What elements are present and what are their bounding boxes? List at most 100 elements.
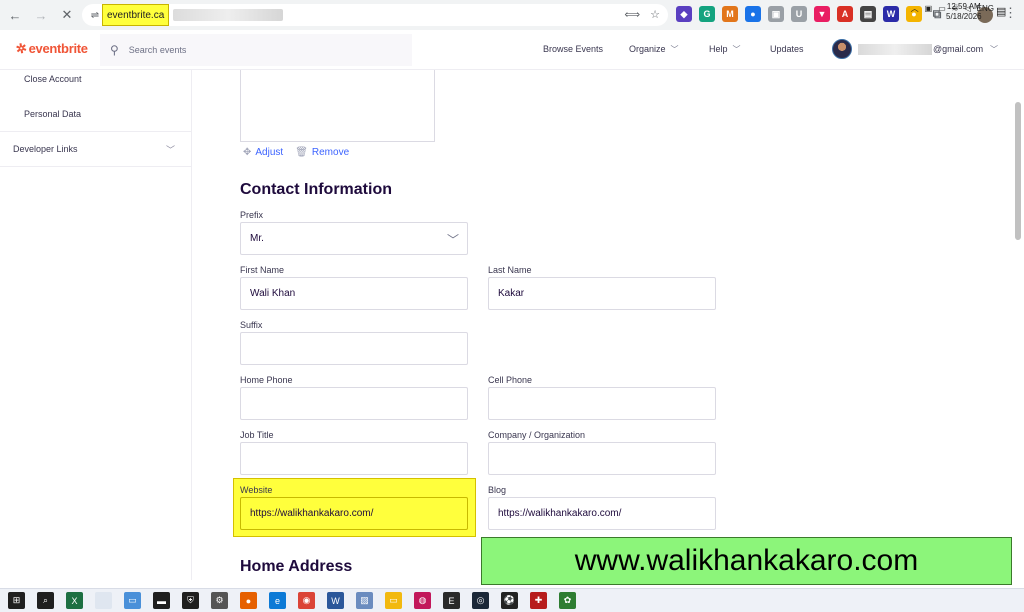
extension-8-icon[interactable]: A (837, 6, 853, 22)
address-bar[interactable]: ⇌ eventbrite.ca ⟺ ☆ (82, 4, 668, 26)
bookmark-star-icon[interactable]: ☆ (650, 8, 660, 21)
company-label: Company / Organization (488, 430, 586, 440)
suffix-label: Suffix (240, 320, 263, 330)
job-title-label: Job Title (240, 430, 274, 440)
blog-field[interactable]: https://walikhankakaro.com/ (488, 497, 716, 530)
nav-help-label: Help (709, 44, 728, 54)
stop-loading-icon[interactable]: ✕ (56, 4, 78, 26)
sidebar-item-personal-data[interactable]: Personal Data (24, 109, 81, 119)
suffix-field[interactable] (240, 332, 468, 365)
move-icon: ✥ (243, 147, 252, 158)
soccer-icon[interactable]: ⚽ (501, 592, 518, 609)
nav-browse-events[interactable]: Browse Events (543, 44, 603, 54)
security-icon[interactable]: ⛨ (182, 592, 199, 609)
word-icon[interactable]: W (327, 592, 344, 609)
extension-1-icon[interactable]: ◆ (676, 6, 692, 22)
chevron-up-icon[interactable]: ︿ (911, 3, 919, 14)
extension-6-icon[interactable]: U (791, 6, 807, 22)
company-field[interactable] (488, 442, 716, 475)
tray-app-icon[interactable]: ▣ (925, 4, 933, 13)
sidebar-divider (0, 166, 192, 167)
nav-updates[interactable]: Updates (770, 44, 804, 54)
nav-organize[interactable]: Organize ﹀ (629, 44, 679, 55)
profile-image-preview (240, 70, 435, 142)
clock-time: 12:59 AM (946, 2, 981, 11)
file-explorer-icon[interactable]: ▭ (385, 592, 402, 609)
battery-icon[interactable]: ▭ (938, 4, 946, 13)
eventbrite-logo[interactable]: ✲eventbrite (15, 40, 88, 57)
chevron-down-icon[interactable]: ﹀ (166, 143, 175, 156)
colorful-app-icon[interactable]: ◍ (414, 592, 431, 609)
back-icon[interactable]: ← (4, 4, 26, 26)
website-field[interactable]: https://walikhankakaro.com/ (240, 497, 468, 530)
page-scrollbar[interactable] (1015, 102, 1021, 240)
first-name-value: Wali Khan (250, 288, 296, 299)
nav-updates-label: Updates (770, 44, 804, 54)
sidebar-divider (0, 131, 192, 132)
edge-icon[interactable]: e (269, 592, 286, 609)
display-icon[interactable]: ▭ (124, 592, 141, 609)
forward-icon[interactable]: → (30, 4, 52, 26)
settings-sidebar: Close Account Personal Data Developer Li… (0, 70, 192, 580)
extension-4-icon[interactable]: ● (745, 6, 761, 22)
remove-image-button[interactable]: 🗑 Remove (295, 147, 349, 158)
extensions-bar: ◆ G M ● ▣ U ▼ A ▤ W ● ⧉ (676, 6, 945, 22)
user-avatar[interactable] (832, 39, 852, 59)
extension-10-icon[interactable]: W (883, 6, 899, 22)
search-icon: ⚲ (110, 43, 119, 57)
extension-5-icon[interactable]: ▣ (768, 6, 784, 22)
windows-start-icon[interactable]: ⊞ (8, 592, 25, 609)
extension-2-icon[interactable]: G (699, 6, 715, 22)
contact-information-heading: Contact Information (240, 181, 392, 198)
site-info-icon[interactable]: ⇌ (88, 8, 102, 22)
first-name-field[interactable]: Wali Khan (240, 277, 468, 310)
notepad-icon[interactable] (95, 592, 112, 609)
nav-help[interactable]: Help ﹀ (709, 44, 741, 55)
sidebar-item-developer-links[interactable]: Developer Links (13, 144, 78, 154)
url-text[interactable]: eventbrite.ca (102, 4, 170, 26)
search-icon[interactable]: ⌕ (37, 592, 54, 609)
job-title-field[interactable] (240, 442, 468, 475)
shield-game-icon[interactable]: ✚ (530, 592, 547, 609)
trash-icon: 🗑 (295, 147, 308, 158)
terminal-icon[interactable]: ▬ (153, 592, 170, 609)
user-email[interactable]: @gmail.com (933, 44, 983, 54)
chrome-icon[interactable]: ◉ (298, 592, 315, 609)
home-phone-label: Home Phone (240, 375, 293, 385)
photos-icon[interactable]: ▨ (356, 592, 373, 609)
taskbar-clock[interactable]: 12:59 AM 5/18/2026 (946, 2, 982, 22)
chevron-down-icon[interactable]: ﹀ (990, 44, 998, 55)
excel-icon[interactable]: X (66, 592, 83, 609)
epic-games-icon[interactable]: E (443, 592, 460, 609)
app-icon[interactable]: ✿ (559, 592, 576, 609)
chevron-down-icon: ﹀ (732, 45, 741, 54)
first-name-label: First Name (240, 265, 285, 275)
adjust-image-button[interactable]: ✥ Adjust (243, 147, 283, 158)
website-value: https://walikhankakaro.com/ (250, 508, 374, 519)
extension-9-icon[interactable]: ▤ (860, 6, 876, 22)
prefix-select[interactable]: Mr. ﹀ (240, 222, 468, 255)
last-name-field[interactable]: Kakar (488, 277, 716, 310)
logo-text: eventbrite (28, 41, 88, 56)
website-label: Website (240, 485, 273, 495)
home-phone-field[interactable] (240, 387, 468, 420)
profile-form: ✥ Adjust 🗑 Remove Contact Information Pref… (192, 70, 1024, 580)
cell-phone-label: Cell Phone (488, 375, 533, 385)
settings-icon[interactable]: ⚙ (211, 592, 228, 609)
notifications-icon[interactable]: ▤ (996, 5, 1006, 18)
steam-icon[interactable]: ◎ (472, 592, 489, 609)
last-name-value: Kakar (498, 288, 525, 299)
chevron-down-icon: ﹀ (670, 45, 679, 54)
chevron-down-icon: ﹀ (446, 233, 459, 247)
extension-3-icon[interactable]: M (722, 6, 738, 22)
extension-7-icon[interactable]: ▼ (814, 6, 830, 22)
blog-value: https://walikhankakaro.com/ (498, 508, 622, 519)
email-redacted (858, 44, 932, 55)
last-name-label: Last Name (488, 265, 532, 275)
translate-icon[interactable]: ⟺ (624, 8, 640, 21)
search-input[interactable]: ⚲ Search events (100, 34, 412, 66)
firefox-icon[interactable]: ● (240, 592, 257, 609)
cell-phone-field[interactable] (488, 387, 716, 420)
search-placeholder: Search events (128, 45, 187, 55)
sidebar-item-close-account[interactable]: Close Account (24, 74, 82, 84)
